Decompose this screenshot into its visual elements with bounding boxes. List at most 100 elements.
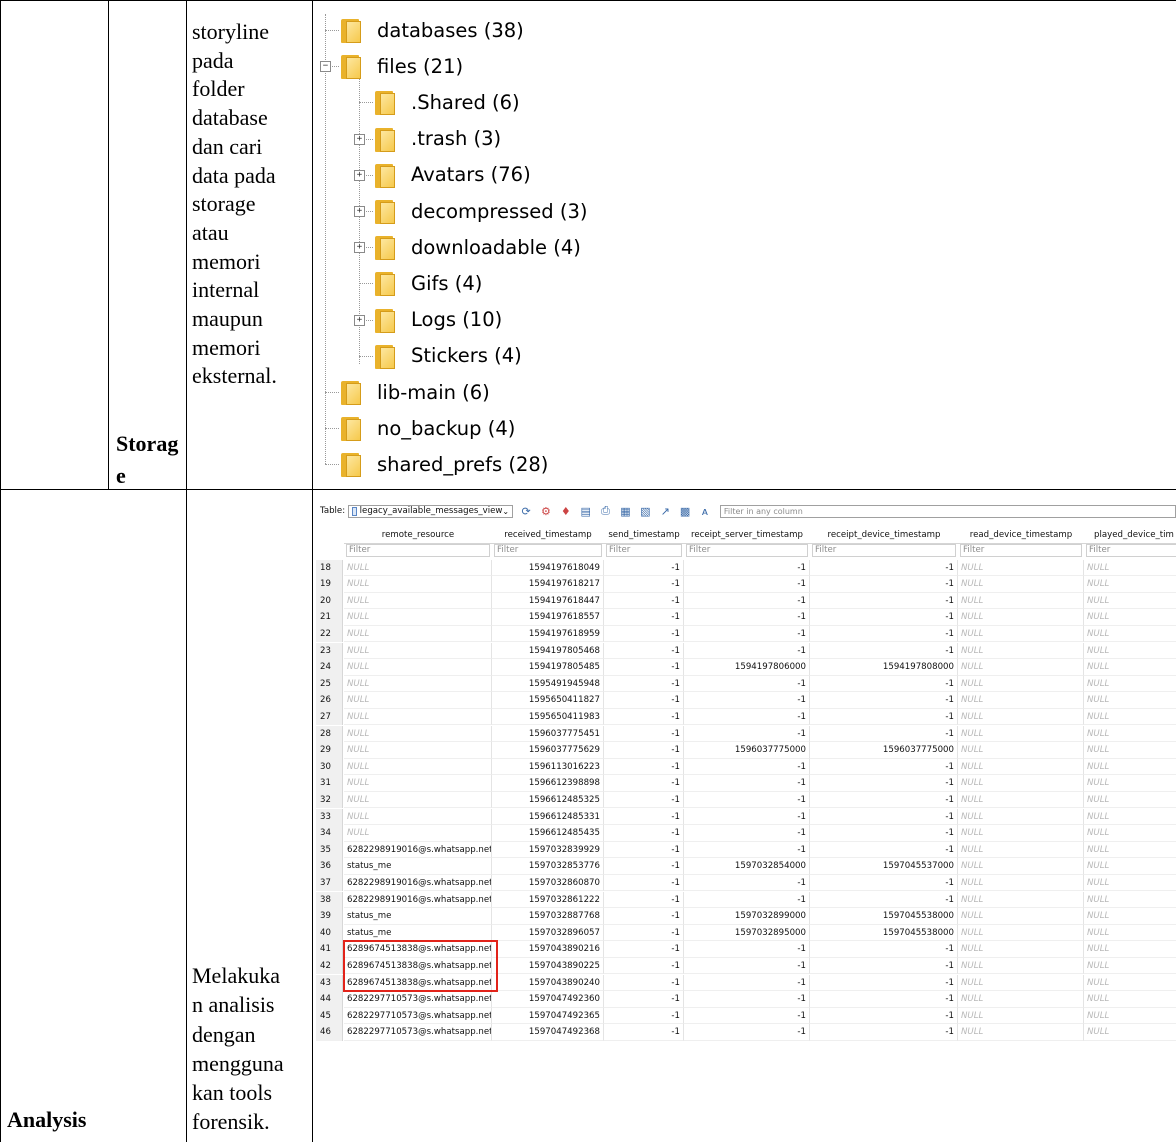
table-row[interactable]: 35 6282298919016@s.whatsapp.net 1597032839… xyxy=(316,841,1176,859)
sort-icon[interactable]: ♦ xyxy=(559,504,573,518)
table-cell[interactable]: 1594197618557 xyxy=(492,609,604,626)
table-row[interactable]: 33 NULL 1596612485331 -1 -1 -1 NULL NULL xyxy=(316,808,1176,826)
table-cell[interactable]: 1597032899000 xyxy=(684,908,810,925)
table-cell[interactable]: 1594197618447 xyxy=(492,592,604,610)
table-cell[interactable]: -1 xyxy=(684,576,810,593)
table-row[interactable]: 42 6289674513838@s.whatsapp.net 1597043890… xyxy=(316,957,1176,975)
table-cell[interactable]: -1 xyxy=(810,974,958,992)
table-cell[interactable]: -1 xyxy=(604,642,684,660)
table-cell[interactable]: -1 xyxy=(604,957,684,975)
tree-folder-item[interactable]: databases (38) xyxy=(341,14,524,46)
table-cell[interactable]: NULL xyxy=(958,908,1084,925)
table-cell[interactable]: -1 xyxy=(684,775,810,792)
table-row[interactable]: 23 NULL 1594197805468 -1 -1 -1 NULL NULL xyxy=(316,642,1176,660)
column-filter-input[interactable]: Filter xyxy=(812,544,956,557)
table-row[interactable]: 43 6289674513838@s.whatsapp.net 1597043890… xyxy=(316,974,1176,992)
table-cell[interactable]: 1596037775629 xyxy=(492,742,604,759)
table-cell[interactable]: -1 xyxy=(604,675,684,693)
table-cell[interactable]: 6282298919016@s.whatsapp.net xyxy=(344,874,492,892)
table-cell[interactable]: 1597047492360 xyxy=(492,991,604,1008)
column-filter-input[interactable]: Filter xyxy=(494,544,602,557)
table-row[interactable]: 41 6289674513838@s.whatsapp.net 1597043890… xyxy=(316,941,1176,958)
table-cell[interactable]: NULL xyxy=(958,825,1084,842)
table-cell[interactable]: -1 xyxy=(810,692,958,709)
table-cell[interactable]: -1 xyxy=(604,725,684,743)
table-cell[interactable]: 1595650411983 xyxy=(492,708,604,726)
table-cell[interactable]: NULL xyxy=(1084,709,1176,726)
table-cell[interactable]: 6282298919016@s.whatsapp.net xyxy=(344,891,492,909)
table-cell[interactable]: NULL xyxy=(958,642,1084,660)
table-cell[interactable]: -1 xyxy=(810,825,958,842)
table-cell[interactable]: -1 xyxy=(810,775,958,792)
table-cell[interactable]: NULL xyxy=(1084,759,1176,776)
table-cell[interactable]: 1596037775000 xyxy=(810,742,958,759)
table-cell[interactable]: -1 xyxy=(604,742,684,759)
table-cell[interactable]: NULL xyxy=(958,609,1084,626)
table-cell[interactable]: 1596037775000 xyxy=(684,742,810,759)
expand-icon[interactable]: + xyxy=(354,206,365,217)
refresh-icon[interactable]: ⟳ xyxy=(519,504,533,518)
column-filter-input[interactable]: Filter xyxy=(960,544,1082,557)
table-cell[interactable]: -1 xyxy=(810,991,958,1008)
table-cell[interactable]: -1 xyxy=(604,592,684,610)
table-cell[interactable]: -1 xyxy=(604,692,684,709)
column-header[interactable]: send_timestamp xyxy=(604,527,685,544)
table-cell[interactable]: NULL xyxy=(1084,842,1176,859)
font-icon[interactable]: ᴀ xyxy=(698,504,712,518)
column-header[interactable]: receipt_server_timestamp xyxy=(684,527,811,544)
table-cell[interactable]: -1 xyxy=(684,592,810,610)
table-cell[interactable]: -1 xyxy=(684,957,810,975)
table-cell[interactable]: -1 xyxy=(684,1024,810,1041)
table-cell[interactable]: -1 xyxy=(604,708,684,726)
table-cell[interactable]: -1 xyxy=(810,592,958,610)
table-cell[interactable]: NULL xyxy=(344,742,492,759)
table-cell[interactable]: -1 xyxy=(684,609,810,626)
table-cell[interactable]: -1 xyxy=(810,725,958,743)
table-row[interactable]: 44 6282297710573@s.whatsapp.net 1597047492… xyxy=(316,991,1176,1008)
table-cell[interactable]: -1 xyxy=(810,874,958,892)
table-cell[interactable]: -1 xyxy=(684,808,810,826)
table-cell[interactable]: -1 xyxy=(684,974,810,992)
table-cell[interactable]: NULL xyxy=(1084,892,1176,909)
table-cell[interactable]: 1597032853776 xyxy=(492,858,604,875)
table-cell[interactable]: 1597045538000 xyxy=(810,924,958,942)
table-cell[interactable]: -1 xyxy=(810,957,958,975)
table-cell[interactable]: NULL xyxy=(1084,825,1176,842)
table-cell[interactable]: NULL xyxy=(1084,809,1176,826)
table-row[interactable]: 24 NULL 1594197805485 -1 1594197806000 159419… xyxy=(316,659,1176,676)
table-cell[interactable]: NULL xyxy=(1084,908,1176,925)
table-row[interactable]: 25 NULL 1595491945948 -1 -1 -1 NULL NULL xyxy=(316,675,1176,693)
table-cell[interactable]: NULL xyxy=(958,742,1084,759)
column-header[interactable]: remote_resource xyxy=(344,527,493,544)
table-cell[interactable]: NULL xyxy=(344,725,492,743)
table-cell[interactable]: NULL xyxy=(344,692,492,709)
table-cell[interactable]: NULL xyxy=(344,576,492,593)
table-row[interactable]: 45 6282297710573@s.whatsapp.net 1597047492… xyxy=(316,1007,1176,1025)
table-cell[interactable]: -1 xyxy=(684,791,810,809)
table-cell[interactable]: 6289674513838@s.whatsapp.net xyxy=(344,974,492,992)
table-cell[interactable]: -1 xyxy=(810,559,958,577)
table-row[interactable]: 21 NULL 1594197618557 -1 -1 -1 NULL NULL xyxy=(316,609,1176,626)
table-cell[interactable]: 1595491945948 xyxy=(492,675,604,693)
tree-folder-item[interactable]: .Shared (6) xyxy=(375,86,520,118)
table-cell[interactable]: -1 xyxy=(684,991,810,1008)
table-cell[interactable]: 1597047492368 xyxy=(492,1024,604,1041)
table-cell[interactable]: 1594197806000 xyxy=(684,659,810,676)
table-cell[interactable]: 1594197618959 xyxy=(492,625,604,643)
table-cell[interactable]: NULL xyxy=(1084,576,1176,593)
expand-icon[interactable]: + xyxy=(354,133,365,145)
table-cell[interactable]: NULL xyxy=(1084,792,1176,809)
expand-icon[interactable]: + xyxy=(354,314,365,326)
tree-folder-item[interactable]: shared_prefs (28) xyxy=(341,448,548,480)
table-cell[interactable]: -1 xyxy=(810,791,958,809)
table-cell[interactable]: NULL xyxy=(1084,875,1176,892)
table-cell[interactable]: NULL xyxy=(344,825,492,842)
table-cell[interactable]: -1 xyxy=(684,841,810,859)
tree-folder-item[interactable]: files (21) xyxy=(341,50,463,82)
table-row[interactable]: 37 6282298919016@s.whatsapp.net 1597032860… xyxy=(316,874,1176,892)
table-cell[interactable]: NULL xyxy=(958,775,1084,792)
table-cell[interactable]: NULL xyxy=(1084,742,1176,759)
table-cell[interactable]: 6282297710573@s.whatsapp.net xyxy=(344,991,492,1008)
table-cell[interactable]: NULL xyxy=(958,675,1084,693)
tree-folder-item[interactable]: Logs (10) xyxy=(375,304,502,336)
